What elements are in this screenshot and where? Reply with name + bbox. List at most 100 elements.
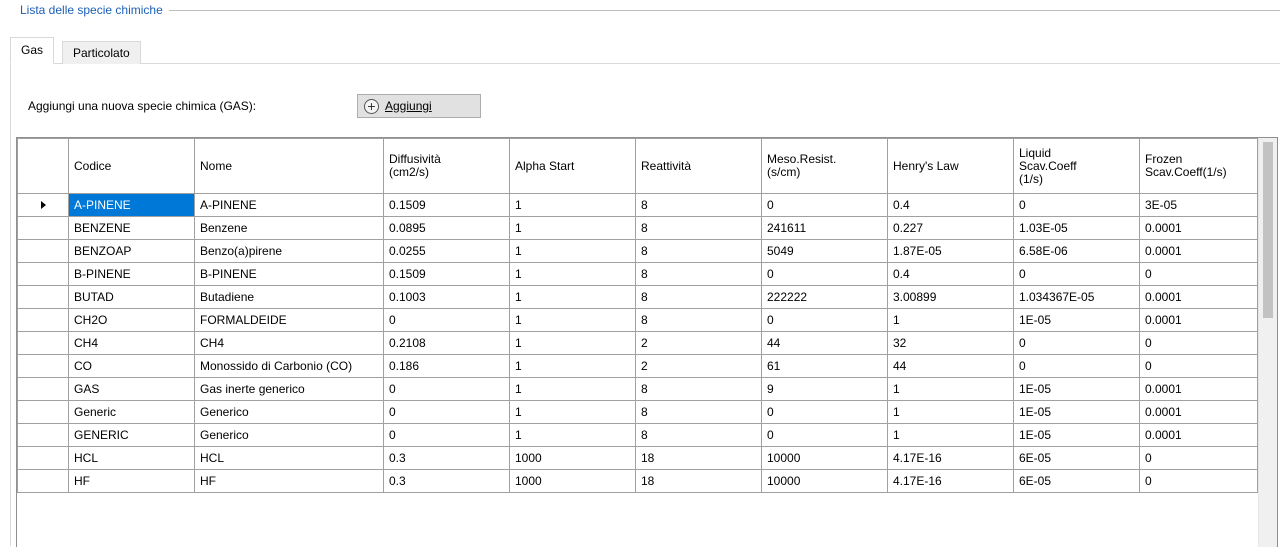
cell-henrys-law[interactable]: 0.4 xyxy=(887,193,1014,217)
cell-alpha-start[interactable]: 1 xyxy=(509,285,636,309)
col-header-alpha-start[interactable]: Alpha Start xyxy=(509,138,636,194)
cell-henrys-law[interactable]: 1 xyxy=(887,423,1014,447)
cell-codice[interactable]: HF xyxy=(68,469,195,493)
table-row[interactable]: HCL HCL 0.3 1000 18 10000 4.17E-16 6E-05 0 xyxy=(17,446,1258,470)
cell-nome[interactable]: A-PINENE xyxy=(194,193,384,217)
row-header[interactable] xyxy=(17,354,69,378)
cell-reattivita[interactable]: 8 xyxy=(635,239,762,263)
cell-meso-resist[interactable]: 0 xyxy=(761,193,888,217)
row-header[interactable] xyxy=(17,400,69,424)
cell-reattivita[interactable]: 2 xyxy=(635,331,762,355)
col-header-diffusivita[interactable]: Diffusività (cm2/s) xyxy=(383,138,510,194)
row-header[interactable] xyxy=(17,446,69,470)
cell-reattivita[interactable]: 8 xyxy=(635,216,762,240)
cell-codice[interactable]: Generic xyxy=(68,400,195,424)
cell-reattivita[interactable]: 8 xyxy=(635,262,762,286)
row-header[interactable] xyxy=(17,193,69,217)
cell-liquid-scav[interactable]: 0 xyxy=(1013,331,1140,355)
table-row[interactable]: GAS Gas inerte generico 0 1 8 9 1 1E-05 0.0001 xyxy=(17,377,1258,401)
cell-nome[interactable]: Generico xyxy=(194,423,384,447)
table-row[interactable]: A-PINENE A-PINENE 0.1509 1 8 0 0.4 0 3E-05 xyxy=(17,193,1258,217)
cell-liquid-scav[interactable]: 1E-05 xyxy=(1013,377,1140,401)
cell-meso-resist[interactable]: 10000 xyxy=(761,446,888,470)
cell-nome[interactable]: Generico xyxy=(194,400,384,424)
table-row[interactable]: BENZENE Benzene 0.0895 1 8 241611 0.227 1.03E-0… xyxy=(17,216,1258,240)
cell-meso-resist[interactable]: 10000 xyxy=(761,469,888,493)
cell-liquid-scav[interactable]: 6E-05 xyxy=(1013,446,1140,470)
cell-codice[interactable]: GAS xyxy=(68,377,195,401)
cell-codice[interactable]: B-PINENE xyxy=(68,262,195,286)
col-header-meso-resist[interactable]: Meso.Resist. (s/cm) xyxy=(761,138,888,194)
row-header[interactable] xyxy=(17,262,69,286)
cell-alpha-start[interactable]: 1 xyxy=(509,193,636,217)
cell-meso-resist[interactable]: 241611 xyxy=(761,216,888,240)
vertical-scrollbar[interactable] xyxy=(1258,138,1277,547)
row-header[interactable] xyxy=(17,423,69,447)
cell-henrys-law[interactable]: 1 xyxy=(887,400,1014,424)
cell-frozen-scav[interactable]: 0.0001 xyxy=(1139,308,1258,332)
scrollbar-thumb[interactable] xyxy=(1263,142,1273,318)
cell-liquid-scav[interactable]: 1E-05 xyxy=(1013,308,1140,332)
cell-reattivita[interactable]: 2 xyxy=(635,354,762,378)
cell-nome[interactable]: Benzo(a)pirene xyxy=(194,239,384,263)
cell-alpha-start[interactable]: 1 xyxy=(509,331,636,355)
cell-reattivita[interactable]: 8 xyxy=(635,193,762,217)
cell-diffusivita[interactable]: 0.2108 xyxy=(383,331,510,355)
cell-reattivita[interactable]: 18 xyxy=(635,469,762,493)
cell-meso-resist[interactable]: 0 xyxy=(761,308,888,332)
cell-codice[interactable]: BENZOAP xyxy=(68,239,195,263)
cell-codice[interactable]: HCL xyxy=(68,446,195,470)
cell-alpha-start[interactable]: 1 xyxy=(509,354,636,378)
cell-frozen-scav[interactable]: 0.0001 xyxy=(1139,239,1258,263)
cell-frozen-scav[interactable]: 3E-05 xyxy=(1139,193,1258,217)
cell-frozen-scav[interactable]: 0 xyxy=(1139,469,1258,493)
row-header[interactable] xyxy=(17,469,69,493)
table-row[interactable]: GENERIC Generico 0 1 8 0 1 1E-05 0.0001 xyxy=(17,423,1258,447)
cell-meso-resist[interactable]: 9 xyxy=(761,377,888,401)
row-header[interactable] xyxy=(17,331,69,355)
cell-alpha-start[interactable]: 1 xyxy=(509,377,636,401)
table-row[interactable]: BUTAD Butadiene 0.1003 1 8 222222 3.00899 1.034… xyxy=(17,285,1258,309)
cell-meso-resist[interactable]: 0 xyxy=(761,400,888,424)
cell-codice[interactable]: BUTAD xyxy=(68,285,195,309)
tab-particolato[interactable]: Particolato xyxy=(62,41,141,64)
cell-nome[interactable]: CH4 xyxy=(194,331,384,355)
cell-henrys-law[interactable]: 3.00899 xyxy=(887,285,1014,309)
cell-nome[interactable]: HF xyxy=(194,469,384,493)
cell-alpha-start[interactable]: 1 xyxy=(509,216,636,240)
cell-liquid-scav[interactable]: 1.034367E-05 xyxy=(1013,285,1140,309)
cell-alpha-start[interactable]: 1 xyxy=(509,308,636,332)
cell-alpha-start[interactable]: 1 xyxy=(509,400,636,424)
cell-liquid-scav[interactable]: 0 xyxy=(1013,193,1140,217)
row-header[interactable] xyxy=(17,239,69,263)
cell-diffusivita[interactable]: 0.1509 xyxy=(383,262,510,286)
add-button[interactable]: + Aggiungi xyxy=(357,94,481,118)
cell-alpha-start[interactable]: 1000 xyxy=(509,469,636,493)
row-header[interactable] xyxy=(17,285,69,309)
cell-diffusivita[interactable]: 0 xyxy=(383,423,510,447)
cell-liquid-scav[interactable]: 6E-05 xyxy=(1013,469,1140,493)
col-header-henrys-law[interactable]: Henry's Law xyxy=(887,138,1014,194)
table-row[interactable]: HF HF 0.3 1000 18 10000 4.17E-16 6E-05 0 xyxy=(17,469,1258,493)
col-header-liquid-scav[interactable]: Liquid Scav.Coeff (1/s) xyxy=(1013,138,1140,194)
cell-diffusivita[interactable]: 0.0895 xyxy=(383,216,510,240)
cell-nome[interactable]: HCL xyxy=(194,446,384,470)
cell-henrys-law[interactable]: 32 xyxy=(887,331,1014,355)
cell-frozen-scav[interactable]: 0 xyxy=(1139,331,1258,355)
cell-reattivita[interactable]: 8 xyxy=(635,423,762,447)
cell-liquid-scav[interactable]: 6.58E-06 xyxy=(1013,239,1140,263)
cell-codice[interactable]: A-PINENE xyxy=(68,193,195,217)
row-header[interactable] xyxy=(17,216,69,240)
cell-reattivita[interactable]: 8 xyxy=(635,308,762,332)
species-grid[interactable]: Codice Nome Diffusività (cm2/s) Alpha Sta… xyxy=(16,137,1278,547)
cell-diffusivita[interactable]: 0 xyxy=(383,400,510,424)
cell-diffusivita[interactable]: 0.1509 xyxy=(383,193,510,217)
cell-henrys-law[interactable]: 1 xyxy=(887,308,1014,332)
cell-diffusivita[interactable]: 0.0255 xyxy=(383,239,510,263)
row-header[interactable] xyxy=(17,377,69,401)
cell-alpha-start[interactable]: 1 xyxy=(509,423,636,447)
cell-frozen-scav[interactable]: 0 xyxy=(1139,262,1258,286)
cell-henrys-law[interactable]: 1 xyxy=(887,377,1014,401)
cell-nome[interactable]: Gas inerte generico xyxy=(194,377,384,401)
table-row[interactable]: B-PINENE B-PINENE 0.1509 1 8 0 0.4 0 0 xyxy=(17,262,1258,286)
